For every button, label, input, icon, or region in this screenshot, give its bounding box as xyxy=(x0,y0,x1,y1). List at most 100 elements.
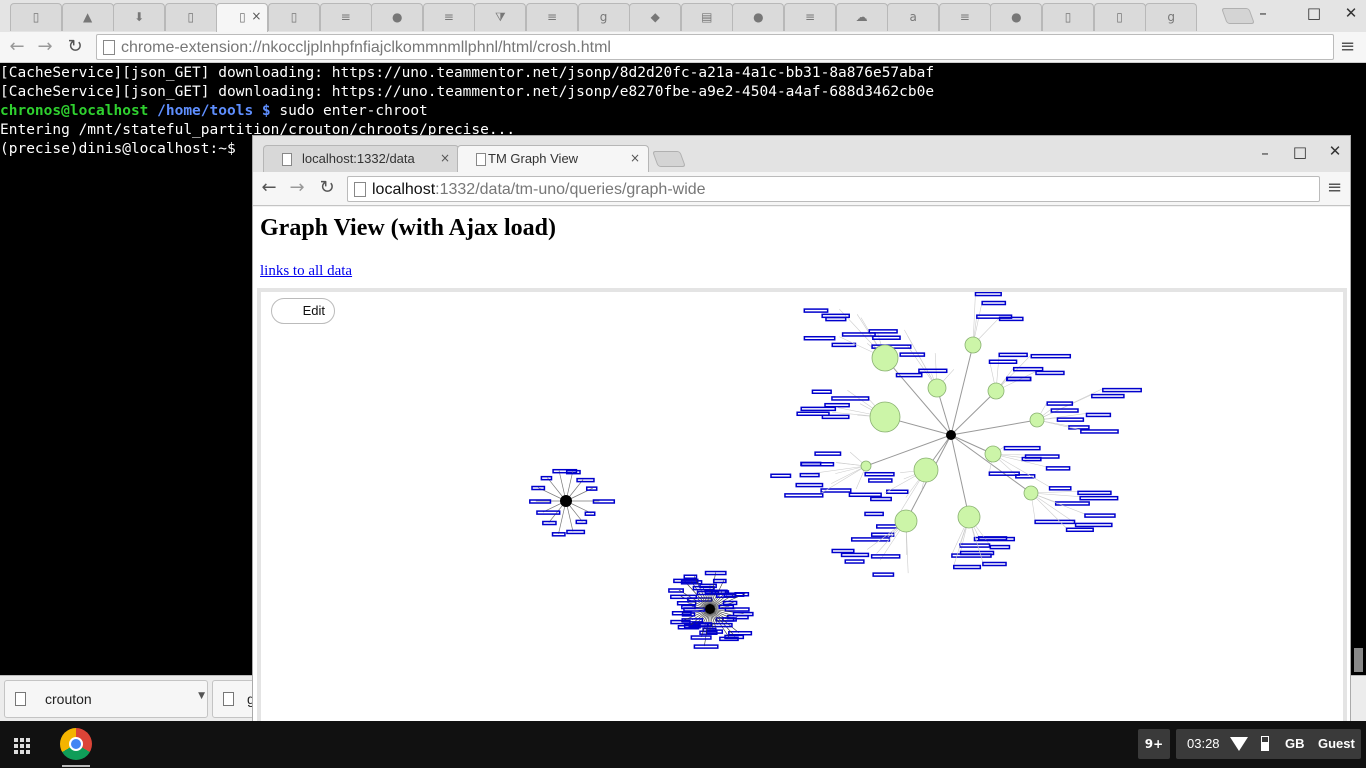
graph-leaf-node[interactable] xyxy=(872,335,901,340)
graph-leaf-node[interactable] xyxy=(1085,412,1112,418)
graph-leaf-node[interactable] xyxy=(864,511,884,517)
graph-hub-node[interactable] xyxy=(560,495,572,507)
graph-leaf-node[interactable] xyxy=(831,396,870,401)
graph-leaf-node[interactable] xyxy=(1080,429,1119,434)
graph-leaf-node[interactable] xyxy=(734,592,750,597)
terminal-scrollbar[interactable] xyxy=(1354,648,1363,672)
graph-leaf-node[interactable] xyxy=(576,477,595,483)
back-button[interactable]: ← xyxy=(6,36,28,57)
graph-leaf-node[interactable] xyxy=(831,548,855,554)
graph-leaf-node[interactable] xyxy=(687,597,713,602)
graph-leaf-node[interactable] xyxy=(872,572,895,577)
graph-leaf-node[interactable] xyxy=(531,485,546,491)
graph-leaf-node[interactable] xyxy=(831,342,857,348)
graph-canvas[interactable] xyxy=(261,292,1343,721)
graph-leaf-node[interactable] xyxy=(676,601,697,606)
maximize-icon[interactable]: □ xyxy=(1289,143,1311,161)
graph-leaf-node[interactable] xyxy=(1074,522,1113,528)
graph-topic-node[interactable] xyxy=(964,336,982,354)
inner-address-bar[interactable]: localhost:1332/data/tm-uno/queries/graph… xyxy=(347,176,1320,202)
back-button[interactable]: ← xyxy=(258,177,280,198)
graph-topic-node[interactable] xyxy=(927,378,947,398)
maximize-icon[interactable]: □ xyxy=(1303,4,1325,22)
graph-leaf-node[interactable] xyxy=(870,496,892,502)
close-icon[interactable]: × xyxy=(251,9,261,23)
graph-leaf-node[interactable] xyxy=(551,532,566,537)
graph-leaf-node[interactable] xyxy=(953,564,982,570)
graph-leaf-node[interactable] xyxy=(982,561,1007,567)
graph-leaf-node[interactable] xyxy=(800,406,837,412)
graph-leaf-node[interactable] xyxy=(918,368,948,374)
graph-leaf-node[interactable] xyxy=(722,600,738,606)
outer-tab[interactable]: ▯ xyxy=(10,3,62,31)
graph-leaf-node[interactable] xyxy=(959,543,991,548)
graph-leaf-node[interactable] xyxy=(803,335,836,341)
graph-leaf-node[interactable] xyxy=(536,510,561,515)
outer-tab[interactable]: ▯ × xyxy=(216,3,269,32)
outer-tab[interactable]: ▯ xyxy=(1042,3,1094,31)
graph-leaf-node[interactable] xyxy=(824,402,850,408)
graph-leaf-node[interactable] xyxy=(821,313,850,319)
tab-graph-view[interactable]: TM Graph View × xyxy=(457,145,649,173)
graph-leaf-node[interactable] xyxy=(1048,486,1072,491)
graph-leaf-node[interactable] xyxy=(693,644,719,649)
graph-leaf-node[interactable] xyxy=(1046,401,1074,406)
graph-leaf-node[interactable] xyxy=(1035,370,1065,376)
close-window-icon[interactable]: ✕ xyxy=(1340,4,1362,22)
graph-topic-node[interactable] xyxy=(1023,485,1039,501)
outer-tab[interactable]: a xyxy=(887,3,940,31)
graph-leaf-node[interactable] xyxy=(784,493,824,498)
graph-leaf-node[interactable] xyxy=(584,511,596,516)
outer-tab[interactable]: ⧩ xyxy=(474,3,527,31)
graph-leaf-node[interactable] xyxy=(1030,353,1072,359)
graph-leaf-node[interactable] xyxy=(1045,466,1071,471)
graph-leaf-node[interactable] xyxy=(681,604,696,610)
graph-topic-node[interactable] xyxy=(871,344,899,372)
graph-leaf-node[interactable] xyxy=(868,329,898,334)
outer-tab[interactable]: ⬇ xyxy=(113,3,166,31)
graph-leaf-node[interactable] xyxy=(870,554,901,559)
graph-leaf-node[interactable] xyxy=(899,352,926,357)
reload-button[interactable]: ↻ xyxy=(64,36,86,57)
outer-tab[interactable]: ▯ xyxy=(268,3,320,31)
outer-tab[interactable]: ☁ xyxy=(835,3,888,31)
graph-topic-node[interactable] xyxy=(860,460,872,472)
graph-leaf-node[interactable] xyxy=(799,472,820,478)
outer-tab[interactable]: ≡ xyxy=(784,3,836,31)
outer-tab[interactable]: ▲ xyxy=(61,3,114,31)
graph-leaf-node[interactable] xyxy=(712,578,727,584)
inner-menu-button[interactable]: ≡ xyxy=(1327,177,1342,198)
graph-hub-node[interactable] xyxy=(946,430,956,440)
graph-leaf-node[interactable] xyxy=(540,475,553,481)
graph-leaf-node[interactable] xyxy=(575,519,588,525)
chevron-down-icon[interactable]: ▼ xyxy=(198,691,205,701)
minimize-icon[interactable]: – xyxy=(1252,4,1274,22)
graph-leaf-node[interactable] xyxy=(864,471,895,477)
app-launcher-icon[interactable] xyxy=(4,728,38,762)
minimize-icon[interactable]: – xyxy=(1254,144,1276,162)
graph-container[interactable]: Edit xyxy=(257,288,1347,721)
graph-leaf-node[interactable] xyxy=(1003,445,1041,451)
outer-tab[interactable]: ≡ xyxy=(319,3,372,31)
outer-menu-button[interactable]: ≡ xyxy=(1340,36,1355,57)
graph-leaf-node[interactable] xyxy=(811,389,832,395)
edit-button[interactable]: Edit xyxy=(271,298,335,324)
graph-topic-node[interactable] xyxy=(894,509,918,533)
close-icon[interactable]: × xyxy=(630,151,640,165)
graph-leaf-node[interactable] xyxy=(1065,527,1094,533)
graph-leaf-node[interactable] xyxy=(1012,366,1044,372)
graph-leaf-node[interactable] xyxy=(868,478,893,483)
graph-leaf-node[interactable] xyxy=(1006,376,1032,382)
graph-leaf-node[interactable] xyxy=(981,300,1007,306)
chrome-icon[interactable] xyxy=(60,728,92,760)
graph-leaf-node[interactable] xyxy=(1034,519,1076,525)
graph-topic-node[interactable] xyxy=(869,401,901,433)
graph-topic-node[interactable] xyxy=(1029,412,1045,428)
close-window-icon[interactable]: ✕ xyxy=(1324,142,1346,160)
tab-data[interactable]: localhost:1332/data × xyxy=(263,145,459,172)
graph-leaf-node[interactable] xyxy=(989,544,1011,550)
outer-tab[interactable]: ▯ xyxy=(1093,3,1146,31)
graph-leaf-node[interactable] xyxy=(821,414,850,420)
graph-leaf-node[interactable] xyxy=(814,451,842,456)
graph-leaf-node[interactable] xyxy=(566,529,586,535)
